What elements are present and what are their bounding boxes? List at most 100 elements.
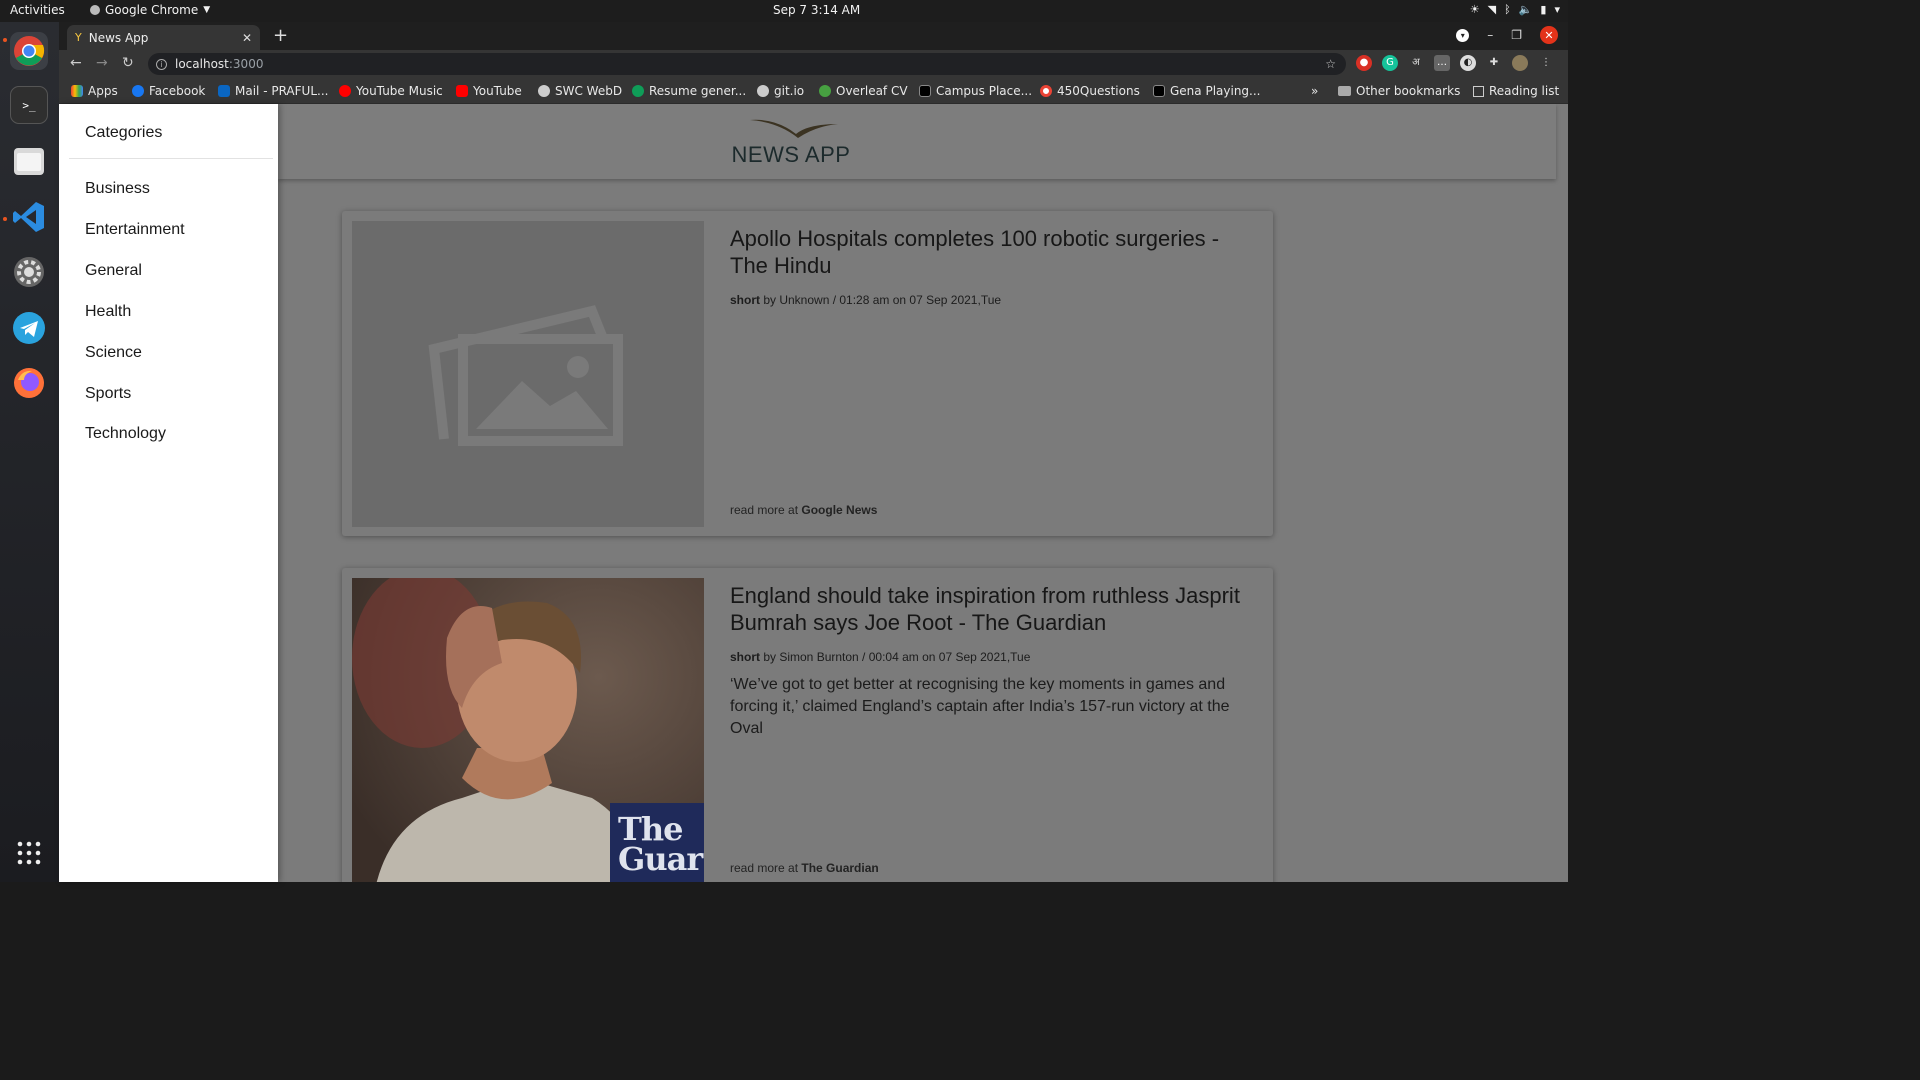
dark-mode-icon[interactable]: ◐ — [1460, 55, 1476, 71]
bookmark-star-icon[interactable]: ☆ — [1325, 57, 1336, 71]
github-icon — [757, 85, 769, 97]
new-tab-button[interactable]: + — [273, 25, 288, 46]
article-meta: short by Unknown / 01:28 am on 07 Sep 20… — [730, 293, 1001, 307]
news-app-logo[interactable]: NEWS APP — [730, 116, 852, 168]
bookmark-label: Overleaf CV — [836, 84, 908, 98]
address-bar[interactable]: i localhost:3000 ☆ — [148, 53, 1346, 75]
running-indicator — [3, 217, 7, 221]
tab-news-app[interactable]: Y News App ✕ — [67, 25, 260, 50]
bookmark-facebook[interactable]: Facebook — [132, 84, 205, 98]
back-arrow-icon[interactable]: ← — [70, 55, 82, 71]
chrome-dock-icon[interactable] — [10, 32, 48, 70]
bookmark-campus-placement[interactable]: Campus Place... — [919, 84, 1032, 98]
forward-arrow-icon[interactable]: → — [96, 55, 108, 71]
bookmark-mail[interactable]: Mail - PRAFUL... — [218, 84, 328, 98]
article-source[interactable]: Google News — [801, 503, 877, 517]
article-tag: short — [730, 650, 760, 664]
category-entertainment[interactable]: Entertainment — [85, 221, 185, 239]
files-dock-icon[interactable] — [10, 142, 48, 180]
category-health[interactable]: Health — [85, 303, 131, 321]
info-icon: i — [156, 58, 167, 70]
bookmark-label: YouTube — [473, 84, 522, 98]
category-sports[interactable]: Sports — [85, 385, 131, 403]
bookmark-resume-generator[interactable]: Resume gener... — [632, 84, 746, 98]
bookmark-youtube[interactable]: YouTube — [456, 84, 522, 98]
guardian-logo: The Guar — [618, 810, 703, 878]
terminal-dock-icon[interactable]: >_ — [10, 86, 48, 124]
extension-red-icon[interactable]: ● — [1356, 55, 1372, 71]
bookmark-git-io[interactable]: git.io — [757, 84, 804, 98]
article-image-placeholder — [352, 221, 704, 527]
article-source[interactable]: The Guardian — [801, 861, 878, 875]
reload-icon[interactable]: ↻ — [122, 55, 134, 71]
category-science[interactable]: Science — [85, 344, 142, 362]
other-bookmarks[interactable]: Other bookmarks — [1338, 84, 1460, 98]
chrome-small-icon — [90, 5, 100, 15]
bookmark-label: Facebook — [149, 84, 206, 98]
category-technology[interactable]: Technology — [85, 425, 166, 443]
hindi-input-icon[interactable]: अ — [1408, 55, 1424, 71]
bookmark-youtube-music[interactable]: YouTube Music — [339, 84, 443, 98]
article-image: The Guar — [352, 578, 704, 882]
clock[interactable]: Sep 7 3:14 AM — [773, 3, 860, 17]
overflow-chevron-icon: » — [1311, 84, 1319, 98]
close-tab-icon[interactable]: ✕ — [242, 31, 252, 45]
bookmark-label: 450Questions — [1057, 84, 1140, 98]
article-title[interactable]: Apollo Hospitals completes 100 robotic s… — [730, 225, 1260, 279]
page-viewport: NEWS APP Apollo Hospitals completes 100 … — [59, 104, 1568, 882]
reading-list-icon — [1473, 85, 1484, 97]
show-apps-grid-icon[interactable] — [10, 834, 48, 872]
article-card[interactable]: The Guar England should take inspiration… — [342, 568, 1273, 882]
facebook-icon — [132, 85, 144, 97]
article-description: ‘We’ve got to get better at recognising … — [730, 676, 1230, 737]
tab-strip: Y News App ✕ + ▾ – ❐ ✕ — [59, 22, 1568, 50]
other-bookmarks-label: Other bookmarks — [1356, 84, 1461, 98]
bookmarks-overflow-button[interactable]: » — [1311, 84, 1318, 98]
article-read-more[interactable]: read more at Google News — [730, 503, 877, 517]
extension-chat-icon[interactable]: … — [1434, 55, 1450, 71]
system-tray[interactable]: ☀ ◥ ᛒ 🔈 ▮ ▾ — [1470, 3, 1560, 16]
wifi-icon: ◥ — [1487, 3, 1497, 16]
extensions-puzzle-icon[interactable]: ✚ — [1486, 55, 1502, 71]
bluetooth-icon: ᛒ — [1504, 3, 1511, 16]
category-general[interactable]: General — [85, 262, 142, 280]
apps-grid-icon — [71, 85, 83, 97]
browser-toolbar: ← → ↻ i localhost:3000 ☆ ● G अ … ◐ ✚ ⋮ — [59, 50, 1568, 78]
app-menu[interactable]: Google Chrome ▼ — [90, 3, 210, 17]
bookmark-swc-webd[interactable]: SWC WebD — [538, 84, 622, 98]
telegram-dock-icon[interactable] — [10, 309, 48, 347]
bookmark-apps[interactable]: Apps — [71, 84, 118, 98]
firefox-dock-icon[interactable] — [10, 364, 48, 402]
category-business[interactable]: Business — [85, 180, 150, 198]
article-byline: by Unknown / 01:28 am on 07 Sep 2021,Tue — [760, 293, 1002, 307]
bookmark-overleaf[interactable]: Overleaf CV — [819, 84, 908, 98]
article-byline: by Simon Burnton / 00:04 am on 07 Sep 20… — [760, 650, 1031, 664]
activities-button[interactable]: Activities — [10, 3, 65, 17]
settings-dock-icon[interactable] — [10, 253, 48, 291]
tab-search-icon[interactable]: ▾ — [1456, 28, 1470, 42]
app-header: NEWS APP — [278, 104, 1556, 179]
bookmark-gena-playing[interactable]: Gena Playing... — [1153, 84, 1260, 98]
app-menu-label: Google Chrome — [105, 3, 199, 17]
article-title[interactable]: England should take inspiration from rut… — [730, 582, 1260, 636]
restore-icon[interactable]: ❐ — [1511, 28, 1522, 42]
google-icon — [1040, 85, 1052, 97]
minimize-icon[interactable]: – — [1487, 28, 1493, 42]
article-read-more[interactable]: read more at The Guardian — [730, 861, 879, 875]
grammarly-icon[interactable]: G — [1382, 55, 1398, 71]
close-window-icon[interactable]: ✕ — [1540, 26, 1558, 44]
image-placeholder-icon — [428, 305, 623, 446]
window-controls: ▾ – ❐ ✕ — [1456, 26, 1558, 44]
bookmark-label: Mail - PRAFUL... — [235, 84, 329, 98]
running-indicator — [3, 38, 7, 42]
bird-logo-icon — [750, 119, 838, 138]
profile-avatar[interactable] — [1512, 55, 1528, 71]
youtube-icon — [456, 85, 468, 97]
bookmark-450questions[interactable]: 450Questions — [1040, 84, 1140, 98]
reading-list[interactable]: Reading list — [1473, 84, 1559, 98]
article-card[interactable]: Apollo Hospitals completes 100 robotic s… — [342, 211, 1273, 536]
bookmarks-bar: Apps Facebook Mail - PRAFUL... YouTube M… — [59, 78, 1568, 104]
drawer-title: Categories — [85, 124, 163, 141]
chrome-menu-icon[interactable]: ⋮ — [1538, 55, 1554, 71]
vscode-dock-icon[interactable] — [10, 198, 48, 236]
